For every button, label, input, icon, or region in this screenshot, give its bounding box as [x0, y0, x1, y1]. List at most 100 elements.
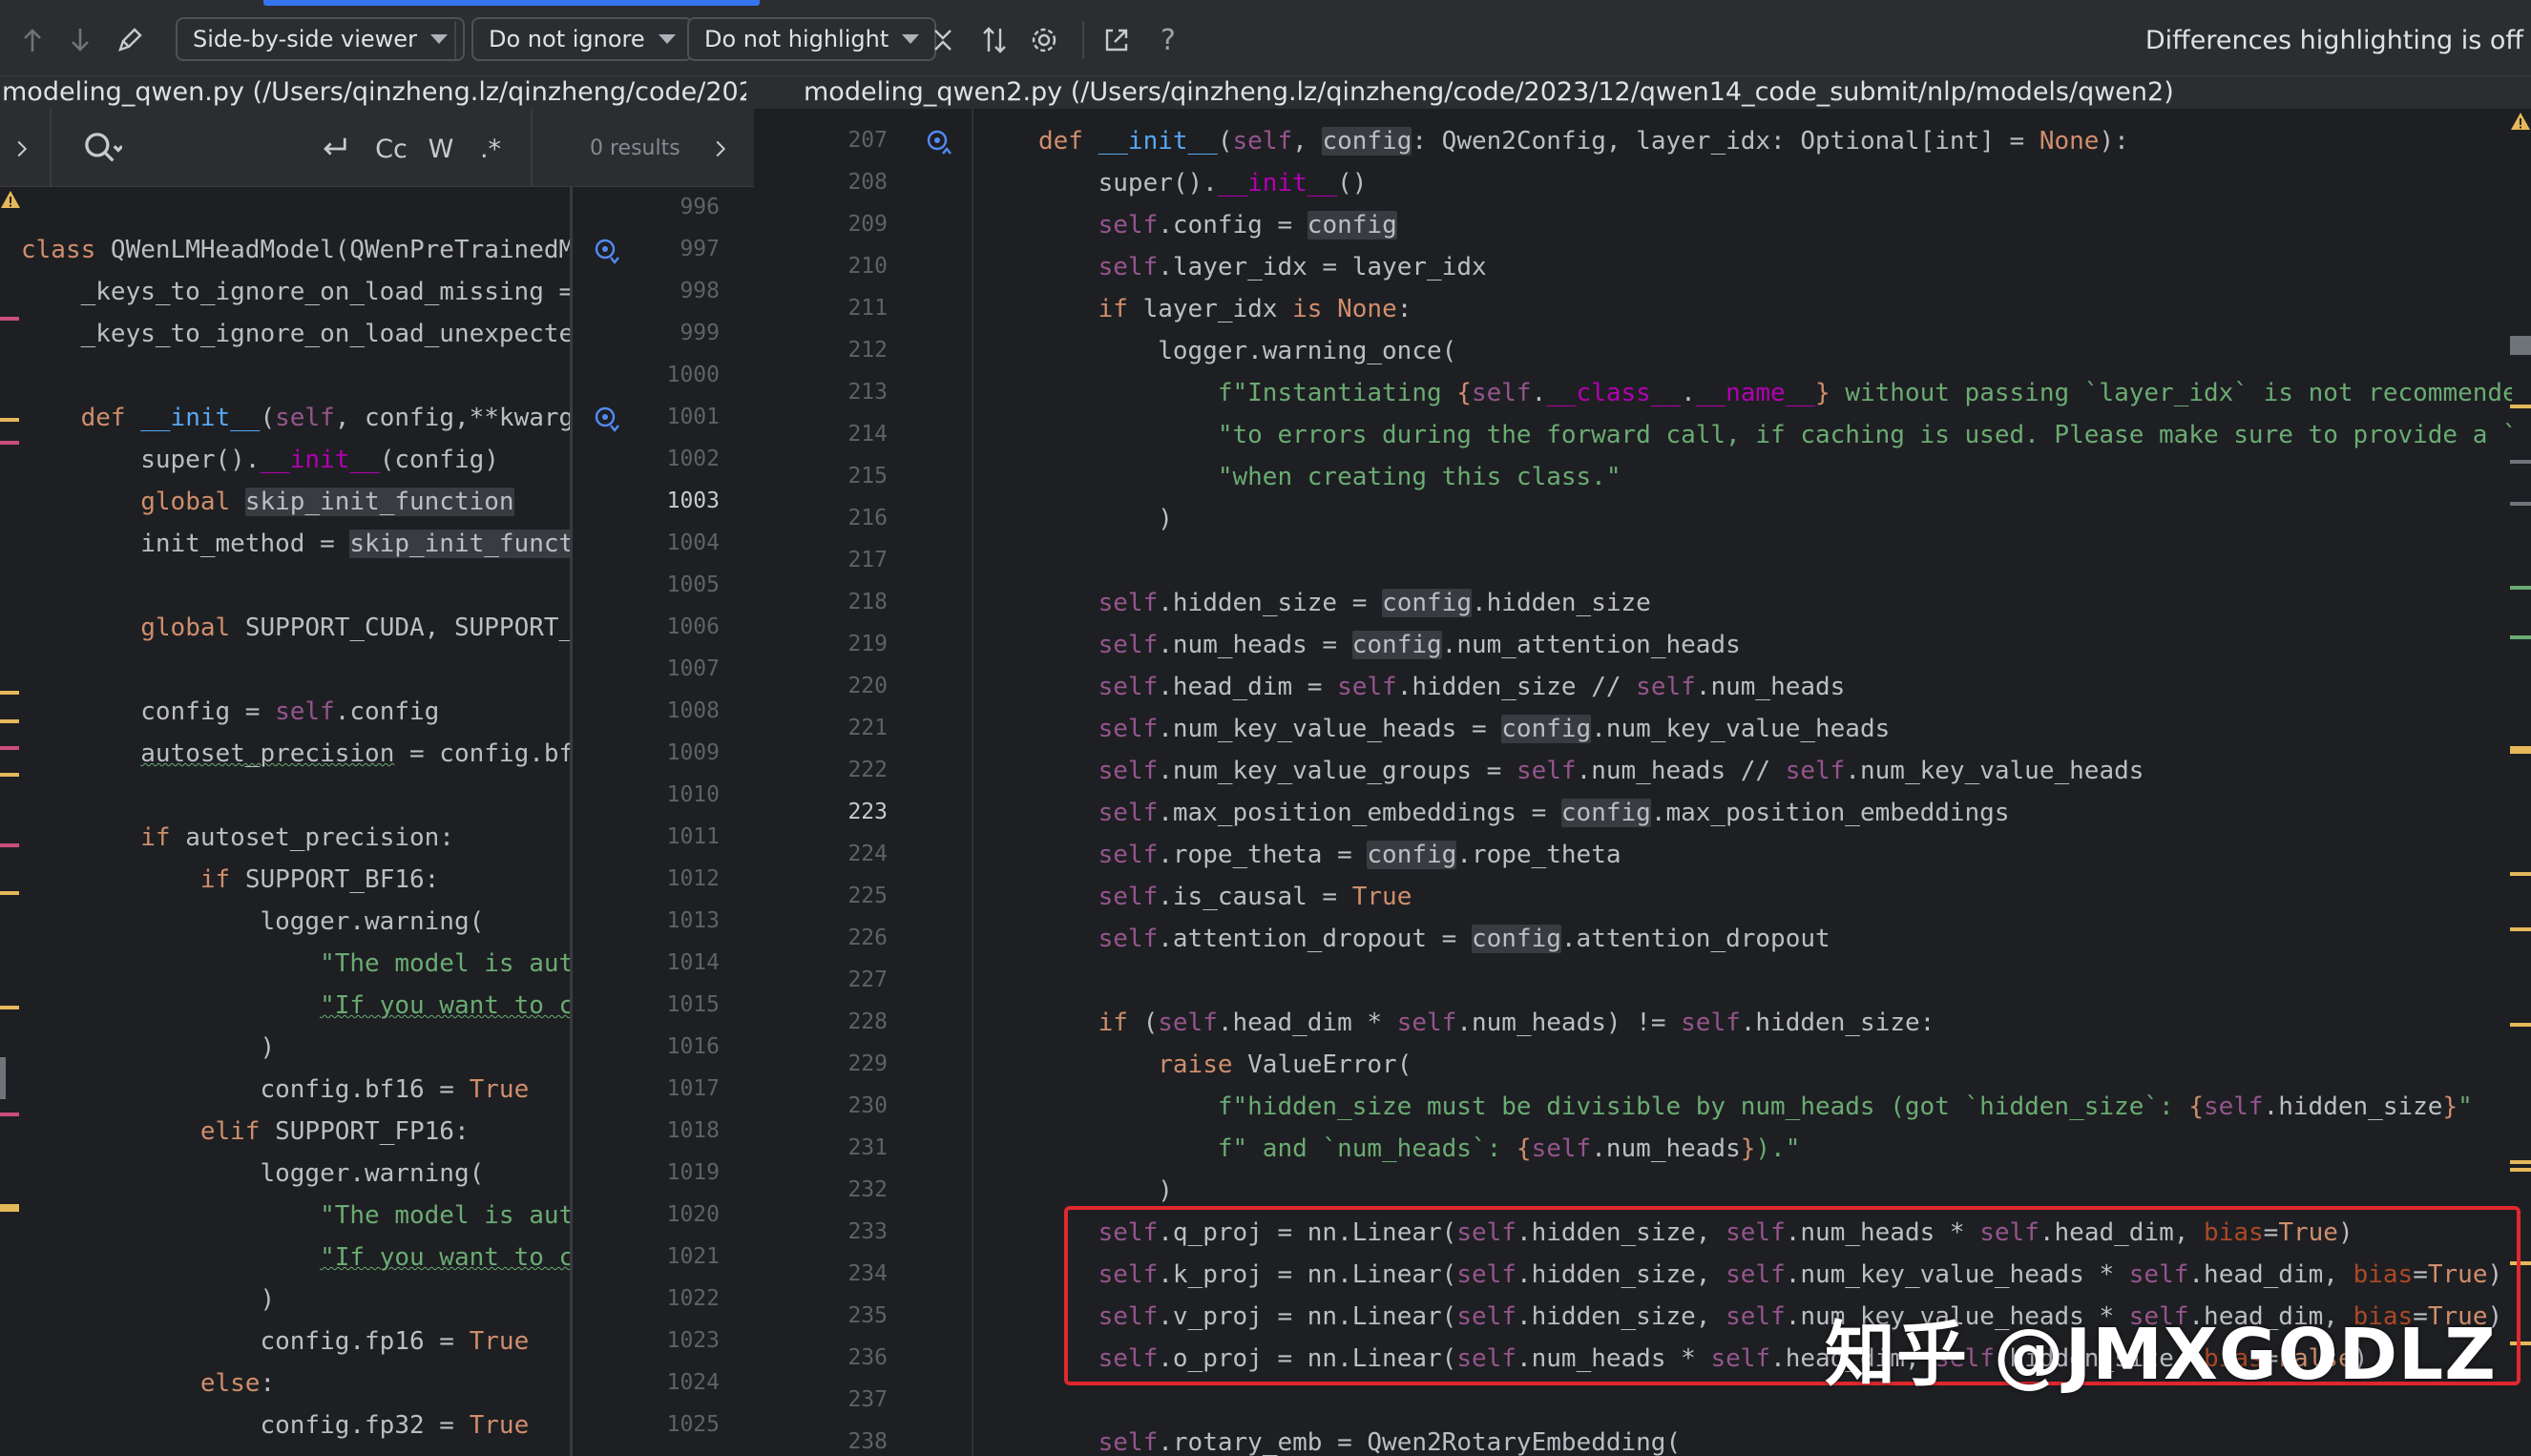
line-number: 224	[847, 842, 888, 866]
line-number: 237	[847, 1387, 888, 1412]
highlight-mode-label: Do not highlight	[704, 26, 889, 52]
line-number: 233	[847, 1219, 888, 1244]
highlight-mode-dropdown[interactable]: Do not highlight	[687, 17, 937, 61]
change-marker	[2510, 927, 2531, 931]
line-number: 1018	[666, 1118, 720, 1143]
line-number: 1007	[666, 656, 720, 681]
code-line: f"Instantiating {self.__class__.__name__…	[1217, 379, 2512, 407]
line-number: 210	[847, 254, 888, 279]
line-number: 1021	[666, 1244, 720, 1269]
change-marker	[2510, 1023, 2531, 1027]
line-number: 229	[847, 1051, 888, 1076]
code-line: _keys_to_ignore_on_load_missing =	[21, 278, 570, 306]
viewer-mode-dropdown[interactable]: Side-by-side viewer	[176, 17, 465, 61]
code-line: if autoset_precision:	[140, 823, 454, 852]
sync-scroll-icon	[983, 27, 1006, 53]
line-number: 231	[847, 1135, 888, 1160]
code-line: logger.warning_once(	[1038, 337, 1457, 365]
code-line: global SUPPORT_CUDA, SUPPORT_	[140, 614, 570, 642]
code-line: if (self.head_dim * self.num_heads) != s…	[1098, 1009, 1935, 1037]
line-number: 234	[847, 1261, 888, 1286]
code-line: self.rope_theta = config.rope_theta	[1098, 841, 1621, 869]
line-number-current: 1003	[666, 489, 720, 513]
line-number: 1023	[666, 1328, 720, 1353]
change-marker	[2510, 586, 2531, 590]
next-occurrence-button[interactable]	[706, 130, 735, 168]
line-number: 1025	[666, 1412, 720, 1437]
left-file-path: modeling_qwen.py (/Users/qinzheng.lz/qin…	[2, 77, 746, 107]
line-number: 1024	[666, 1370, 720, 1395]
change-marker	[2510, 502, 2531, 506]
code-line: f"hidden_size must be divisible by num_h…	[1217, 1092, 2473, 1121]
code-line: self.num_key_value_heads = config.num_ke…	[1098, 715, 1891, 743]
line-number: 213	[847, 380, 888, 405]
code-line: "If you want to c	[320, 1243, 570, 1272]
code-line: "If you want to c	[320, 991, 570, 1020]
code-line: f" and `num_heads`: {self.num_heads})."	[1217, 1134, 1801, 1163]
line-number: 222	[847, 758, 888, 782]
line-number: 1014	[666, 950, 720, 975]
pencil-icon	[118, 28, 142, 52]
code-line: else:	[199, 1369, 276, 1398]
differences-status: Differences highlighting is off	[2144, 25, 2523, 55]
line-number: 225	[847, 884, 888, 908]
code-line: self.max_position_embeddings = config.ma…	[1098, 799, 2010, 827]
code-line: config.bf16 = True	[21, 1075, 530, 1104]
settings-button[interactable]	[1025, 21, 1063, 59]
edit-source-button[interactable]	[111, 21, 149, 59]
line-number: 998	[680, 279, 720, 303]
line-number: 999	[680, 321, 720, 345]
code-line: config.fp16 = True	[21, 1327, 530, 1356]
collapse-unchanged-button[interactable]	[926, 21, 960, 59]
left-editor-pane: Cc W .* 0 results class QWenLMHeadModel(…	[0, 109, 792, 1456]
code-line: "to errors during the forward call, if c…	[1217, 421, 2512, 449]
line-number: 211	[847, 296, 888, 321]
code-line: self.rotary_emb = Qwen2RotaryEmbedding(	[1098, 1428, 1682, 1456]
overridden-icon	[927, 130, 952, 155]
line-number: 997	[680, 237, 720, 261]
code-line: config.fp32 = True	[21, 1411, 530, 1440]
code-line: self.config = config	[1098, 211, 1397, 239]
line-number: 1022	[666, 1286, 720, 1311]
ignore-mode-dropdown[interactable]: Do not ignore	[471, 17, 693, 61]
left-gutter-divider	[570, 187, 573, 1456]
line-number: 238	[847, 1429, 888, 1454]
code-line: self.head_dim = self.hidden_size // self…	[1098, 673, 1846, 701]
line-number: 230	[847, 1093, 888, 1118]
line-number: 1005	[666, 572, 720, 597]
line-number: 207	[847, 128, 888, 153]
change-marker	[2510, 872, 2531, 876]
right-file-path: modeling_qwen2.py (/Users/qinzheng.lz/qi…	[804, 77, 2174, 107]
open-in-editor-button[interactable]	[1098, 21, 1136, 59]
code-line: self.is_causal = True	[1098, 883, 1412, 911]
line-number: 1020	[666, 1202, 720, 1227]
help-button[interactable]: ?	[1149, 21, 1187, 59]
line-number: 208	[847, 170, 888, 195]
code-line: )	[21, 1033, 276, 1062]
line-number: 212	[847, 338, 888, 363]
swap-sides-button[interactable]	[975, 21, 1014, 59]
line-number: 218	[847, 590, 888, 614]
watermark: 知乎 @JMXGODLZ	[1825, 1314, 2497, 1396]
external-link-icon	[1105, 29, 1128, 52]
code-line: )	[1038, 505, 1173, 533]
line-number: 216	[847, 506, 888, 530]
line-number: 227	[847, 967, 888, 992]
line-number-current: 223	[847, 800, 888, 824]
code-line: self.layer_idx = layer_idx	[1098, 253, 1487, 281]
line-number: 1008	[666, 698, 720, 723]
line-number: 1015	[666, 992, 720, 1017]
code-line: self.num_key_value_groups = self.num_hea…	[1098, 757, 2144, 785]
previous-difference-button[interactable]	[13, 21, 52, 59]
code-line: super().__init__()	[1038, 169, 1368, 198]
next-difference-button[interactable]	[61, 21, 99, 59]
code-line: "The model is aut	[320, 1201, 570, 1230]
code-line: )	[21, 1285, 276, 1314]
overridden-method-button[interactable]	[924, 128, 952, 156]
line-number: 1002	[666, 447, 720, 471]
change-marker	[2510, 1160, 2531, 1164]
change-marker	[2510, 336, 2531, 355]
line-number: 219	[847, 632, 888, 656]
chevron-down-icon	[902, 34, 920, 44]
arrow-up-icon	[24, 29, 41, 52]
